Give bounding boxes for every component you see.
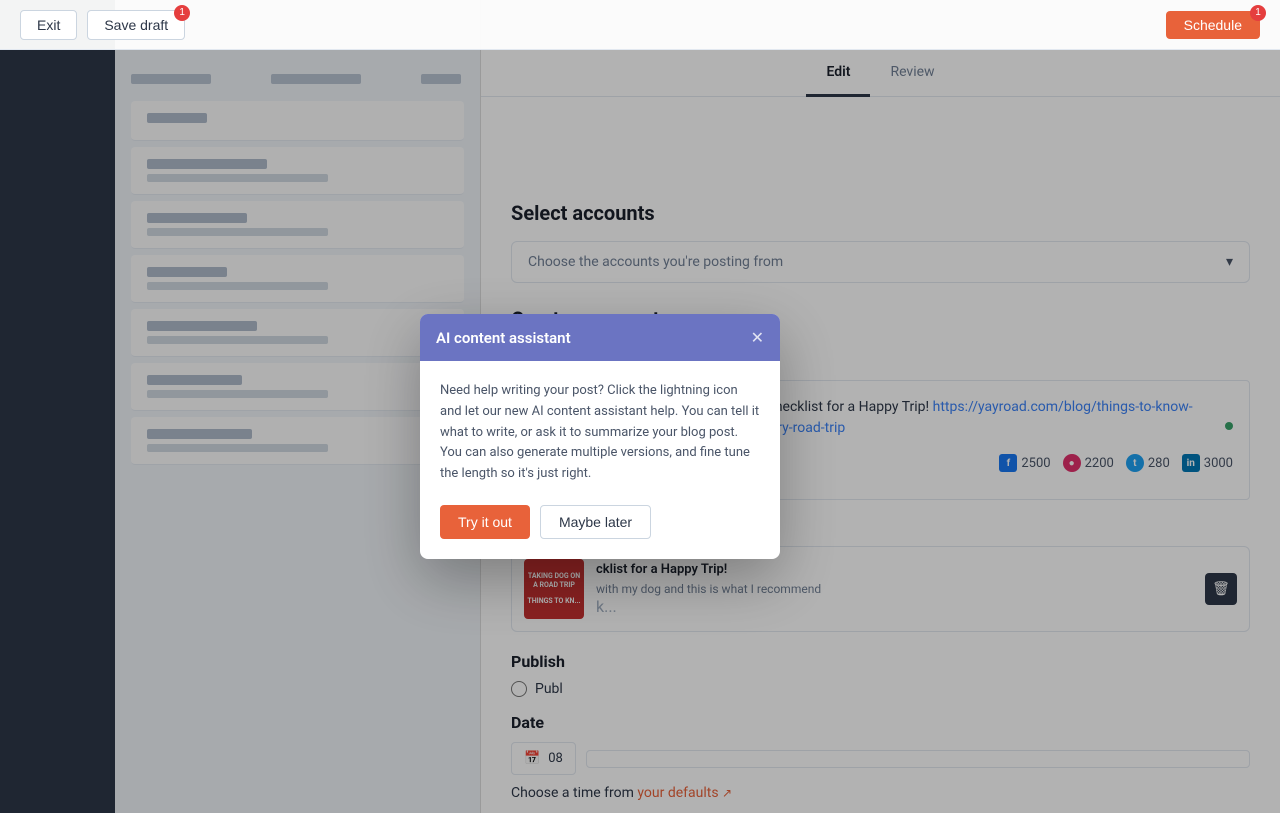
ai-modal-footer: Try it out Maybe later (420, 505, 780, 559)
ai-modal-header: AI content assistant ✕ (420, 314, 780, 361)
top-toolbar: Exit Save draft 1 Schedule 1 (0, 0, 1280, 50)
toolbar-left-buttons: Exit Save draft 1 (20, 10, 185, 40)
try-it-out-button[interactable]: Try it out (440, 505, 530, 539)
ai-content-assistant-modal: AI content assistant ✕ Need help writing… (420, 314, 780, 559)
exit-button[interactable]: Exit (20, 10, 77, 40)
modal-overlay: AI content assistant ✕ Need help writing… (0, 0, 1280, 813)
save-draft-badge: 1 (174, 5, 190, 21)
ai-modal-title: AI content assistant (436, 329, 571, 347)
maybe-later-button[interactable]: Maybe later (540, 505, 651, 539)
close-icon[interactable]: ✕ (751, 328, 764, 347)
schedule-label: Schedule (1184, 17, 1242, 33)
ai-modal-body: Need help writing your post? Click the l… (420, 361, 780, 505)
save-draft-button[interactable]: Save draft 1 (87, 10, 185, 40)
save-draft-label: Save draft (104, 17, 168, 33)
schedule-badge: 1 (1250, 5, 1266, 21)
schedule-button[interactable]: Schedule 1 (1166, 11, 1260, 39)
